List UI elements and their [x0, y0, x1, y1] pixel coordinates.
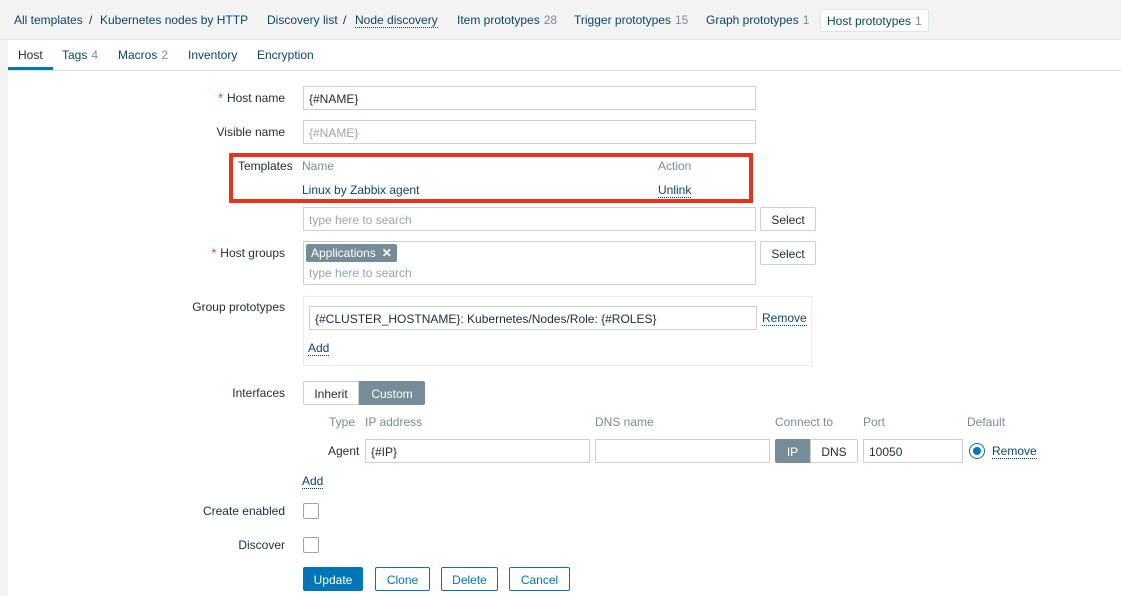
group-prototype-remove-button[interactable]: Remove: [762, 311, 807, 326]
form-tabs: Host Tags 4 Macros 2 Inventory Encryption: [8, 40, 1121, 71]
host-group-chip-label: Applications: [311, 246, 376, 260]
interface-add-button[interactable]: Add: [302, 474, 324, 489]
interfaces-label: Interfaces: [232, 386, 285, 400]
host-group-chip: Applications ✕: [306, 244, 397, 262]
host-name-label: * Host name: [218, 91, 285, 105]
nav-host-prototypes-count: 1: [915, 14, 922, 28]
group-prototype-add-button[interactable]: Add: [308, 341, 330, 356]
interface-default-radio[interactable]: [969, 443, 985, 459]
interfaces-header-dns: DNS name: [595, 415, 654, 429]
delete-button[interactable]: Delete: [441, 567, 498, 591]
tab-encryption[interactable]: Encryption: [257, 48, 314, 62]
interface-connect-dns-toggle[interactable]: DNS: [810, 439, 858, 463]
templates-search-input[interactable]: type here to search: [303, 207, 756, 231]
interfaces-custom-toggle[interactable]: Custom: [359, 381, 425, 405]
interface-ip-input[interactable]: {#IP}: [365, 439, 590, 463]
host-groups-label: * Host groups: [212, 246, 285, 260]
nav-graph-prototypes[interactable]: Graph prototypes 1: [706, 13, 809, 27]
visible-name-label: Visible name: [216, 125, 285, 139]
templates-select-button[interactable]: Select: [760, 207, 816, 231]
chip-remove-icon[interactable]: ✕: [382, 246, 392, 260]
group-prototype-input[interactable]: {#CLUSTER_HOSTNAME}: Kubernetes/Nodes/Ro…: [309, 306, 757, 330]
nav-item-prototypes-count: 28: [543, 13, 558, 27]
nav-trigger-prototypes-count: 15: [674, 13, 689, 27]
nav-host-prototypes[interactable]: Host prototypes 1: [820, 9, 929, 32]
create-enabled-checkbox[interactable]: [303, 503, 319, 519]
interfaces-header-port: Port: [863, 415, 886, 429]
nav-graph-prototypes-count: 1: [802, 13, 810, 27]
breadcrumb-separator: /: [89, 13, 93, 27]
host-groups-select-button[interactable]: Select: [760, 241, 816, 265]
interfaces-header-connect: Connect to: [775, 415, 834, 429]
tab-macros-count: 2: [161, 48, 169, 62]
interface-connect-ip-toggle[interactable]: IP: [775, 439, 810, 463]
breadcrumb-discovery-list[interactable]: Discovery list: [267, 13, 338, 27]
visible-name-input[interactable]: {#NAME}: [303, 120, 756, 144]
update-button[interactable]: Update: [303, 567, 363, 591]
nav-graph-prototypes-label: Graph prototypes: [706, 13, 799, 27]
nav-item-prototypes[interactable]: Item prototypes 28: [457, 13, 557, 27]
nav-host-prototypes-label: Host prototypes: [827, 14, 912, 28]
nav-trigger-prototypes-label: Trigger prototypes: [574, 13, 671, 27]
tab-macros[interactable]: Macros 2: [118, 48, 168, 62]
interface-type-agent: Agent: [328, 444, 360, 458]
interfaces-header-ip: IP address: [365, 415, 423, 429]
interface-port-input[interactable]: 10050: [863, 439, 963, 463]
breadcrumb-node-discovery[interactable]: Node discovery: [355, 13, 438, 28]
breadcrumb-template[interactable]: Kubernetes nodes by HTTP: [100, 13, 248, 27]
tab-macros-label: Macros: [118, 48, 158, 62]
tab-tags-label: Tags: [62, 48, 88, 62]
interfaces-inherit-toggle[interactable]: Inherit: [303, 381, 359, 405]
tab-host[interactable]: Host: [18, 48, 43, 62]
interface-dns-input[interactable]: [595, 439, 770, 463]
required-marker: *: [211, 246, 217, 260]
group-prototypes-label: Group prototypes: [192, 300, 285, 314]
host-name-label-text: Host name: [226, 91, 285, 105]
clone-button[interactable]: Clone: [375, 567, 430, 591]
host-groups-label-text: Host groups: [220, 246, 285, 260]
tab-active-indicator: [8, 67, 53, 70]
tab-tags-count: 4: [91, 48, 99, 62]
host-name-input[interactable]: {#NAME}: [303, 86, 756, 110]
discover-checkbox[interactable]: [303, 537, 319, 553]
interfaces-header-default: Default: [967, 415, 1006, 429]
breadcrumb-separator: /: [343, 13, 347, 27]
host-groups-search-input[interactable]: type here to search: [309, 266, 412, 280]
required-marker: *: [218, 91, 223, 105]
nav-trigger-prototypes[interactable]: Trigger prototypes 15: [574, 13, 688, 27]
nav-item-prototypes-label: Item prototypes: [457, 13, 540, 27]
discover-label: Discover: [238, 538, 285, 552]
breadcrumb-all-templates[interactable]: All templates: [14, 13, 83, 27]
tab-inventory[interactable]: Inventory: [188, 48, 237, 62]
cancel-button[interactable]: Cancel: [509, 567, 570, 591]
create-enabled-label: Create enabled: [202, 504, 285, 518]
tab-tags[interactable]: Tags 4: [62, 48, 98, 62]
interfaces-header-type: Type: [329, 415, 356, 429]
templates-highlight-box: [229, 153, 753, 203]
interface-remove-button[interactable]: Remove: [992, 444, 1037, 459]
breadcrumb-bar: All templates / Kubernetes nodes by HTTP…: [0, 0, 1121, 40]
